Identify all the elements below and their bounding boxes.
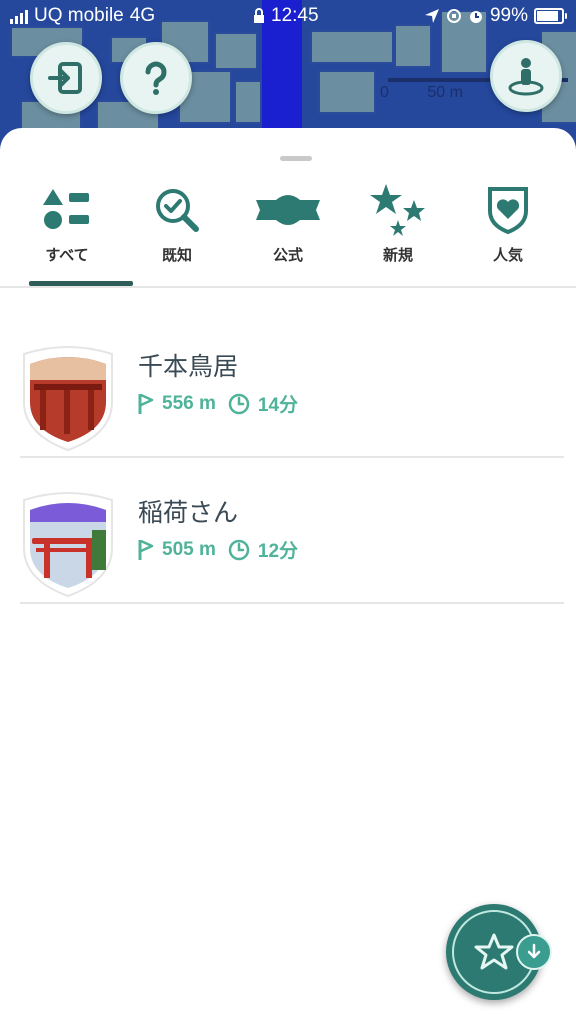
route-duration: 14分 bbox=[257, 395, 299, 416]
star-outline-icon bbox=[474, 933, 514, 970]
rotation-lock-icon bbox=[446, 9, 461, 23]
locate-me-button[interactable] bbox=[490, 40, 562, 112]
carrier-label: UQ mobile bbox=[34, 5, 124, 26]
status-bar: UQ mobile 4G 12:45 99% bbox=[0, 0, 576, 34]
route-title: 稲荷さん bbox=[138, 498, 239, 527]
tab-new[interactable]: 新規 bbox=[343, 180, 453, 288]
tab-label: 新規 bbox=[382, 246, 413, 264]
route-distance: 505 m bbox=[162, 538, 216, 560]
official-banner-icon bbox=[256, 195, 320, 225]
help-button[interactable] bbox=[120, 42, 192, 114]
lock-icon bbox=[254, 8, 264, 23]
exit-icon bbox=[48, 62, 82, 94]
location-arrow-icon bbox=[424, 9, 439, 23]
question-icon bbox=[145, 61, 167, 95]
category-tabs: すべて 既知 公式 新規 人気 bbox=[0, 180, 576, 288]
tab-popular[interactable]: 人気 bbox=[453, 180, 563, 288]
route-meta: 505 m 12分 bbox=[138, 536, 298, 563]
tab-known[interactable]: 既知 bbox=[122, 180, 232, 288]
route-badge-torii-gates bbox=[23, 346, 113, 452]
route-duration: 12分 bbox=[257, 541, 299, 562]
sheet-drag-handle[interactable] bbox=[280, 156, 312, 161]
route-badge-inari-shrine bbox=[23, 492, 113, 598]
tab-label: 公式 bbox=[272, 246, 303, 264]
flag-icon bbox=[138, 393, 154, 414]
clock-icon bbox=[228, 393, 250, 414]
person-pin-icon bbox=[508, 58, 544, 96]
signal-icon bbox=[10, 8, 28, 24]
alarm-icon bbox=[469, 11, 482, 23]
search-check-icon bbox=[156, 189, 199, 232]
saved-routes-button[interactable] bbox=[446, 904, 552, 1000]
tab-label: 人気 bbox=[492, 246, 523, 264]
battery-icon bbox=[534, 8, 567, 24]
route-distance: 556 m bbox=[162, 392, 216, 414]
list-divider bbox=[20, 602, 564, 604]
flag-icon bbox=[138, 539, 154, 560]
tab-label: 既知 bbox=[161, 246, 192, 264]
route-meta: 556 m 14分 bbox=[138, 390, 298, 417]
bottom-sheet: すべて 既知 公式 新規 人気 千本鳥居 556 m 14分 稲荷さん 505 … bbox=[0, 128, 576, 1024]
map-scale: 0 50 m bbox=[380, 78, 568, 102]
exit-button[interactable] bbox=[30, 42, 102, 114]
route-list-item[interactable]: 稲荷さん 505 m 12分 bbox=[0, 458, 576, 604]
download-arrow-icon bbox=[527, 943, 541, 959]
tab-official[interactable]: 公式 bbox=[233, 180, 343, 288]
tabs-divider bbox=[0, 286, 576, 288]
battery-label: 99% bbox=[489, 5, 528, 26]
route-title: 千本鳥居 bbox=[138, 352, 239, 381]
tab-label: すべて bbox=[45, 246, 89, 264]
scale-start-label: 0 bbox=[380, 84, 389, 101]
route-list-item[interactable]: 千本鳥居 556 m 14分 bbox=[0, 312, 576, 458]
tab-all[interactable]: すべて bbox=[12, 180, 133, 288]
time-label: 12:45 bbox=[271, 5, 319, 26]
clock-icon bbox=[228, 539, 250, 560]
network-label: 4G bbox=[129, 5, 156, 26]
all-categories-icon bbox=[43, 189, 89, 229]
stars-icon bbox=[370, 184, 425, 236]
heart-shield-icon bbox=[488, 187, 528, 235]
scale-end-label: 50 m bbox=[427, 84, 463, 101]
download-badge bbox=[516, 934, 552, 970]
